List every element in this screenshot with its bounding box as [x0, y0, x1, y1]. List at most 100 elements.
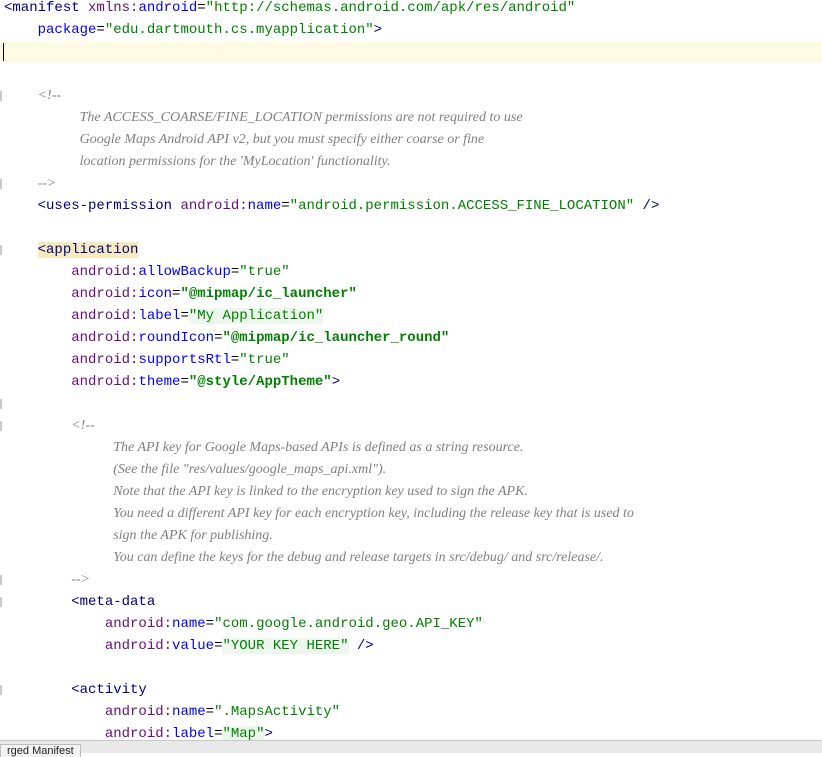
- code-line[interactable]: The API key for Google Maps-based APIs i…: [0, 437, 822, 459]
- code-line[interactable]: android:allowBackup="true": [0, 261, 822, 283]
- code-line[interactable]: android:icon="@mipmap/ic_launcher": [0, 283, 822, 305]
- fold-marker[interactable]: [0, 179, 2, 189]
- code-token: The API key for Google Maps-based APIs i…: [113, 440, 524, 455]
- code-token: >: [264, 726, 273, 740]
- code-line[interactable]: Note that the API key is linked to the e…: [0, 481, 822, 503]
- code-token: android: [138, 0, 198, 16]
- code-line[interactable]: <activity: [0, 679, 822, 701]
- code-token: =: [180, 374, 189, 390]
- code-line[interactable]: <application: [0, 239, 822, 261]
- code-token: android:: [71, 352, 139, 368]
- code-token: =: [205, 704, 215, 720]
- code-line[interactable]: <manifest xmlns:android="http://schemas.…: [0, 0, 822, 19]
- code-editor[interactable]: <manifest xmlns:android="http://schemas.…: [0, 0, 822, 740]
- code-line[interactable]: [0, 393, 822, 415]
- code-token: -->: [71, 572, 90, 587]
- code-line[interactable]: [0, 217, 822, 239]
- code-text: android:value="YOUR KEY HERE" />: [4, 635, 374, 657]
- code-token: <!--: [71, 418, 95, 433]
- code-token: "YOUR KEY HERE": [222, 638, 349, 654]
- code-token: android:: [71, 308, 139, 324]
- code-text: android:label="My Application": [4, 305, 324, 327]
- code-line[interactable]: <!--: [0, 85, 822, 107]
- code-line[interactable]: Google Maps Android API v2, but you must…: [0, 129, 822, 151]
- code-line[interactable]: [0, 41, 822, 63]
- code-token: -->: [37, 176, 57, 191]
- code-line[interactable]: [0, 63, 822, 85]
- fold-marker[interactable]: [0, 597, 2, 607]
- code-token: Google Maps Android API v2, but you must…: [79, 132, 485, 147]
- code-token: />: [348, 638, 374, 654]
- code-token: android:: [104, 638, 173, 654]
- code-token: manifest: [12, 0, 89, 16]
- code-token: location permissions for the 'MyLocation…: [79, 154, 391, 169]
- code-text: android:allowBackup="true": [4, 261, 289, 283]
- code-token: value: [172, 638, 215, 654]
- code-line[interactable]: android:theme="@style/AppTheme">: [0, 371, 822, 393]
- code-text: <meta-data: [4, 591, 155, 613]
- code-text: package="edu.dartmouth.cs.myapplication"…: [4, 19, 382, 41]
- code-text: location permissions for the 'MyLocation…: [4, 151, 391, 173]
- code-text: <!--: [4, 85, 61, 107]
- code-line[interactable]: [0, 657, 822, 679]
- code-token: =: [197, 0, 206, 16]
- code-token: "@mipmap/ic_launcher_round": [222, 330, 450, 346]
- code-token: label: [172, 726, 215, 740]
- code-text: The ACCESS_COARSE/FINE_LOCATION permissi…: [4, 107, 523, 129]
- code-line[interactable]: android:name=".MapsActivity": [0, 701, 822, 723]
- code-token: "My Application": [188, 308, 324, 324]
- code-text: -->: [4, 569, 90, 591]
- tab-merged-manifest[interactable]: rged Manifest: [0, 744, 81, 757]
- code-line[interactable]: android:roundIcon="@mipmap/ic_launcher_r…: [0, 327, 822, 349]
- code-line[interactable]: <uses-permission android:name="android.p…: [0, 195, 822, 217]
- code-line[interactable]: <meta-data: [0, 591, 822, 613]
- code-line[interactable]: You need a different API key for each en…: [0, 503, 822, 525]
- code-line[interactable]: (See the file "res/values/google_maps_ap…: [0, 459, 822, 481]
- fold-marker[interactable]: [0, 575, 2, 585]
- code-text: android:name="com.google.android.geo.API…: [4, 613, 483, 635]
- code-text: sign the APK for publishing.: [4, 525, 273, 547]
- code-line[interactable]: You can define the keys for the debug an…: [0, 547, 822, 569]
- code-text: <manifest xmlns:android="http://schemas.…: [4, 0, 575, 19]
- code-line[interactable]: sign the APK for publishing.: [0, 525, 822, 547]
- code-text: android:supportsRtl="true": [4, 349, 289, 371]
- code-text: Note that the API key is linked to the e…: [4, 481, 528, 503]
- code-line[interactable]: android:value="YOUR KEY HERE" />: [0, 635, 822, 657]
- code-line[interactable]: android:label="My Application": [0, 305, 822, 327]
- code-token: "edu.dartmouth.cs.myapplication": [104, 22, 374, 38]
- code-token: "@mipmap/ic_launcher": [180, 286, 357, 302]
- code-line[interactable]: -->: [0, 173, 822, 195]
- code-token: >: [373, 22, 383, 38]
- fold-marker[interactable]: [0, 421, 2, 431]
- code-token: =: [205, 616, 215, 632]
- code-token: You can define the keys for the debug an…: [113, 550, 604, 565]
- code-line[interactable]: -->: [0, 569, 822, 591]
- code-token: "http://schemas.android.com/apk/res/andr…: [205, 0, 576, 16]
- code-token: =: [180, 308, 189, 324]
- code-line[interactable]: android:supportsRtl="true": [0, 349, 822, 371]
- code-text: (See the file "res/values/google_maps_ap…: [4, 459, 386, 481]
- code-token: name: [172, 704, 206, 720]
- code-token: (See the file "res/values/google_maps_ap…: [113, 462, 387, 477]
- fold-marker[interactable]: [0, 91, 2, 101]
- code-line[interactable]: location permissions for the 'MyLocation…: [0, 151, 822, 173]
- code-token: =: [230, 264, 240, 280]
- code-line[interactable]: The ACCESS_COARSE/FINE_LOCATION permissi…: [0, 107, 822, 129]
- fold-marker[interactable]: [0, 245, 2, 255]
- code-line[interactable]: <!--: [0, 415, 822, 437]
- fold-marker[interactable]: [0, 685, 2, 695]
- code-line[interactable]: android:name="com.google.android.geo.API…: [0, 613, 822, 635]
- code-line[interactable]: android:label="Map">: [0, 723, 822, 740]
- code-token: name: [247, 198, 282, 214]
- code-line[interactable]: package="edu.dartmouth.cs.myapplication"…: [0, 19, 822, 41]
- code-text: android:theme="@style/AppTheme">: [4, 371, 340, 393]
- fold-marker[interactable]: [0, 399, 2, 409]
